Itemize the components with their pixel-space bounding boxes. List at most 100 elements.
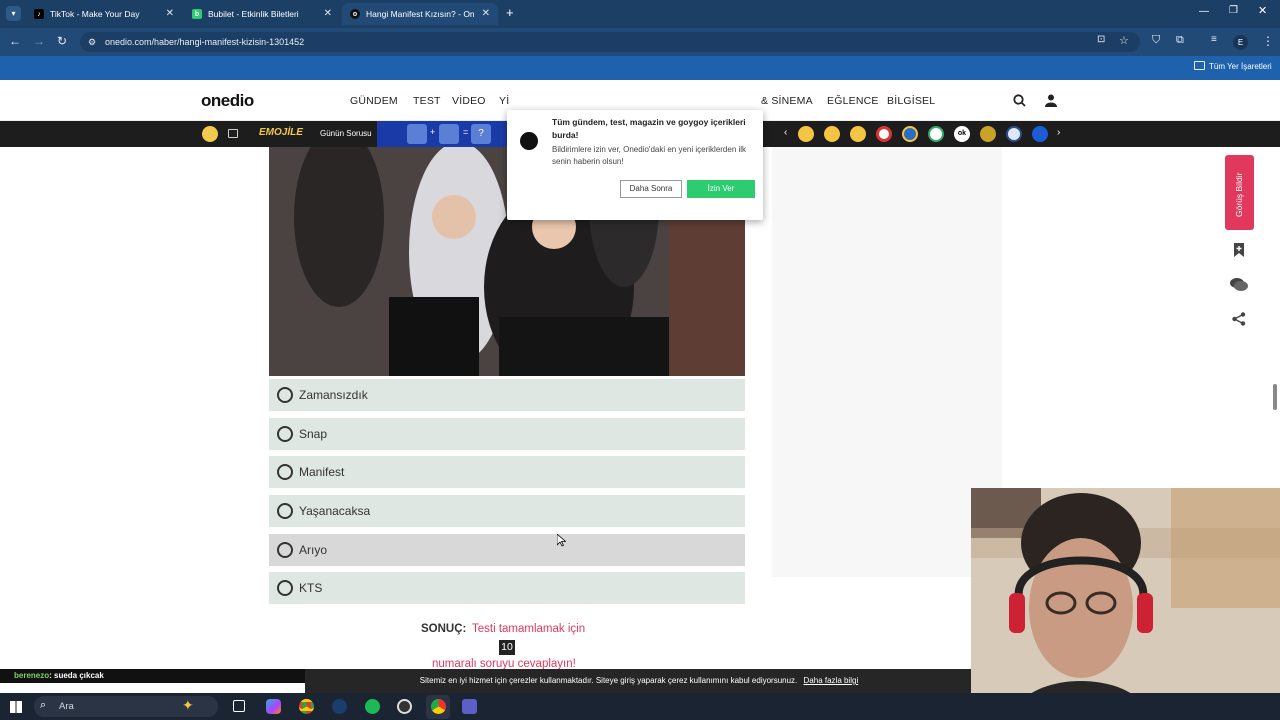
popup-body: Bildirimlere izin ver, Onedio'daki en ye… <box>552 145 747 166</box>
bookmark-star-icon[interactable]: ☆ <box>1119 34 1129 47</box>
forward-arrow-icon[interactable]: → <box>33 34 45 48</box>
cookie-banner: Sitemiz en iyi hizmet için çerezler kull… <box>305 669 973 693</box>
back-arrow-icon[interactable]: ← <box>9 34 21 48</box>
chrome-icon[interactable] <box>299 699 314 714</box>
tab-onedio-active[interactable]: o Hangi Manifest Kızısın? - Onedio ✕ <box>342 3 498 25</box>
radio-button[interactable] <box>277 503 293 519</box>
onedio-logo-icon <box>520 132 538 150</box>
tab-title: TikTok - Make Your Day <box>50 9 140 19</box>
page-scrollbar-thumb[interactable] <box>1273 384 1277 410</box>
mouse-cursor-icon <box>556 533 567 552</box>
nav-eglence[interactable]: EĞLENCE <box>827 95 879 107</box>
extension-shield-icon[interactable]: ⛉ <box>1152 34 1160 47</box>
emoji-tile-2 <box>439 124 459 144</box>
radio-button[interactable] <box>277 464 293 480</box>
tab-bubilet[interactable]: b Bubilet - Etkinlik Biletleri ✕ <box>184 3 340 25</box>
close-icon[interactable]: ✕ <box>324 8 332 19</box>
steam-icon[interactable] <box>332 699 347 714</box>
quiz-option[interactable]: Yaşanacaksa <box>269 495 745 527</box>
reaction-badge-icon[interactable] <box>928 126 944 142</box>
option-label: Arıyo <box>299 543 328 557</box>
chevron-right-icon[interactable]: › <box>1057 127 1060 138</box>
nav-bilgisel[interactable]: BİLGİSEL <box>887 95 935 107</box>
bookmarks-bar: Tüm Yer İşaretleri <box>0 56 1280 80</box>
profile-avatar[interactable]: E <box>1233 35 1248 50</box>
chevron-left-icon[interactable]: ‹ <box>784 127 787 138</box>
tab-tiktok[interactable]: ♪ TikTok - Make Your Day ✕ <box>26 3 182 25</box>
obs-icon[interactable] <box>397 699 412 714</box>
search-icon: ⌕ <box>40 699 47 711</box>
radio-button[interactable] <box>277 542 293 558</box>
option-label: Snap <box>299 427 328 441</box>
quiz-option[interactable]: Snap <box>269 418 745 450</box>
emoji-tile-1 <box>407 124 427 144</box>
onedio-logo[interactable]: onedio <box>201 91 254 111</box>
copilot-icon[interactable] <box>266 699 281 714</box>
close-icon[interactable]: ✕ <box>166 8 174 19</box>
reaction-team-icon[interactable] <box>902 126 918 142</box>
search-icon[interactable] <box>1013 94 1026 112</box>
emoji-face-icon[interactable] <box>202 126 218 142</box>
feedback-button[interactable]: Görüş Bildir <box>1225 155 1254 230</box>
site-info-icon[interactable]: ⚙ <box>88 32 96 52</box>
spotify-icon[interactable] <box>365 699 380 714</box>
comments-icon[interactable] <box>1230 277 1248 297</box>
restore-icon[interactable]: ❐ <box>1229 5 1238 16</box>
menu-kebab-icon[interactable]: ⋮ <box>1262 34 1274 48</box>
new-tab-button[interactable]: + <box>506 5 514 20</box>
url-field[interactable]: ⚙ onedio.com/haber/hangi-manifest-kizisi… <box>80 32 1140 52</box>
task-view-icon[interactable] <box>233 700 245 712</box>
extensions-puzzle-icon[interactable]: ⧉ <box>1176 34 1184 47</box>
quiz-option[interactable]: Zamansızdık <box>269 379 745 411</box>
nav-video[interactable]: VİDEO <box>452 95 486 107</box>
windows-start-icon[interactable] <box>10 701 22 713</box>
result-text: Testi tamamlamak için <box>472 623 586 635</box>
nav-sinema[interactable]: & SİNEMA <box>761 95 813 107</box>
all-bookmarks-link[interactable]: Tüm Yer İşaretleri <box>1209 62 1272 71</box>
close-icon[interactable]: ✕ <box>482 8 490 19</box>
card-icon[interactable] <box>228 129 238 138</box>
result-number-badge: 10 <box>499 640 515 655</box>
media-control-icon[interactable]: ≡ <box>1211 34 1217 45</box>
reload-icon[interactable]: ↻ <box>57 34 67 48</box>
cookie-more-info-link[interactable]: Daha fazla bilgi <box>804 676 859 685</box>
quiz-option[interactable]: Arıyo <box>269 534 745 566</box>
popup-title: Tüm gündem, test, magazin ve goygoy içer… <box>552 117 746 140</box>
allow-button[interactable]: İzin Ver <box>687 180 755 198</box>
quiz-option[interactable]: Manifest <box>269 456 745 488</box>
radio-button[interactable] <box>277 580 293 596</box>
teams-icon[interactable] <box>462 699 477 714</box>
quiz-option[interactable]: KTS <box>269 572 745 604</box>
later-button[interactable]: Daha Sonra <box>620 180 682 198</box>
daily-question-banner[interactable]: + = ? <box>377 121 507 147</box>
reaction-ok-icon[interactable]: ok <box>954 126 970 142</box>
share-icon[interactable] <box>1232 312 1246 331</box>
reaction-gold-icon[interactable] <box>980 126 996 142</box>
emojile-logo[interactable]: EMOJİLE <box>259 127 303 138</box>
user-icon[interactable] <box>1045 94 1057 112</box>
tab-search-button[interactable]: ▾ <box>6 6 21 21</box>
chrome-icon <box>431 699 446 714</box>
chat-username: berenezo <box>14 671 50 680</box>
radio-button[interactable] <box>277 387 293 403</box>
nav-gundem[interactable]: GÜNDEM <box>350 95 398 107</box>
nav-yi[interactable]: Yİ <box>499 95 509 107</box>
result-text-2: numaralı soruyu cevaplayın! <box>432 658 576 669</box>
minimize-icon[interactable]: — <box>1199 6 1209 17</box>
taskbar-search-box[interactable]: ⌕ Ara ✦ <box>34 696 218 717</box>
reaction-cross-icon[interactable] <box>876 126 892 142</box>
cookie-text: Sitemiz en iyi hizmet için çerezler kull… <box>419 676 798 685</box>
radio-button[interactable] <box>277 426 293 442</box>
tiktok-icon: ♪ <box>34 9 44 19</box>
reaction-star-icon[interactable] <box>1006 126 1022 142</box>
reaction-love-icon[interactable] <box>798 126 814 142</box>
reaction-laugh-icon[interactable] <box>850 126 866 142</box>
install-app-icon[interactable]: ⊡ <box>1097 34 1105 45</box>
reaction-blue-icon[interactable] <box>1032 126 1048 142</box>
reaction-sad-icon[interactable] <box>824 126 840 142</box>
nav-test[interactable]: TEST <box>413 95 441 107</box>
notification-permission-popup: Tüm gündem, test, magazin ve goygoy içer… <box>507 110 763 220</box>
gunun-sorusu-label[interactable]: Günün Sorusu <box>320 129 372 138</box>
bookmark-add-icon[interactable] <box>1233 243 1245 262</box>
window-close-icon[interactable]: ✕ <box>1258 4 1267 17</box>
